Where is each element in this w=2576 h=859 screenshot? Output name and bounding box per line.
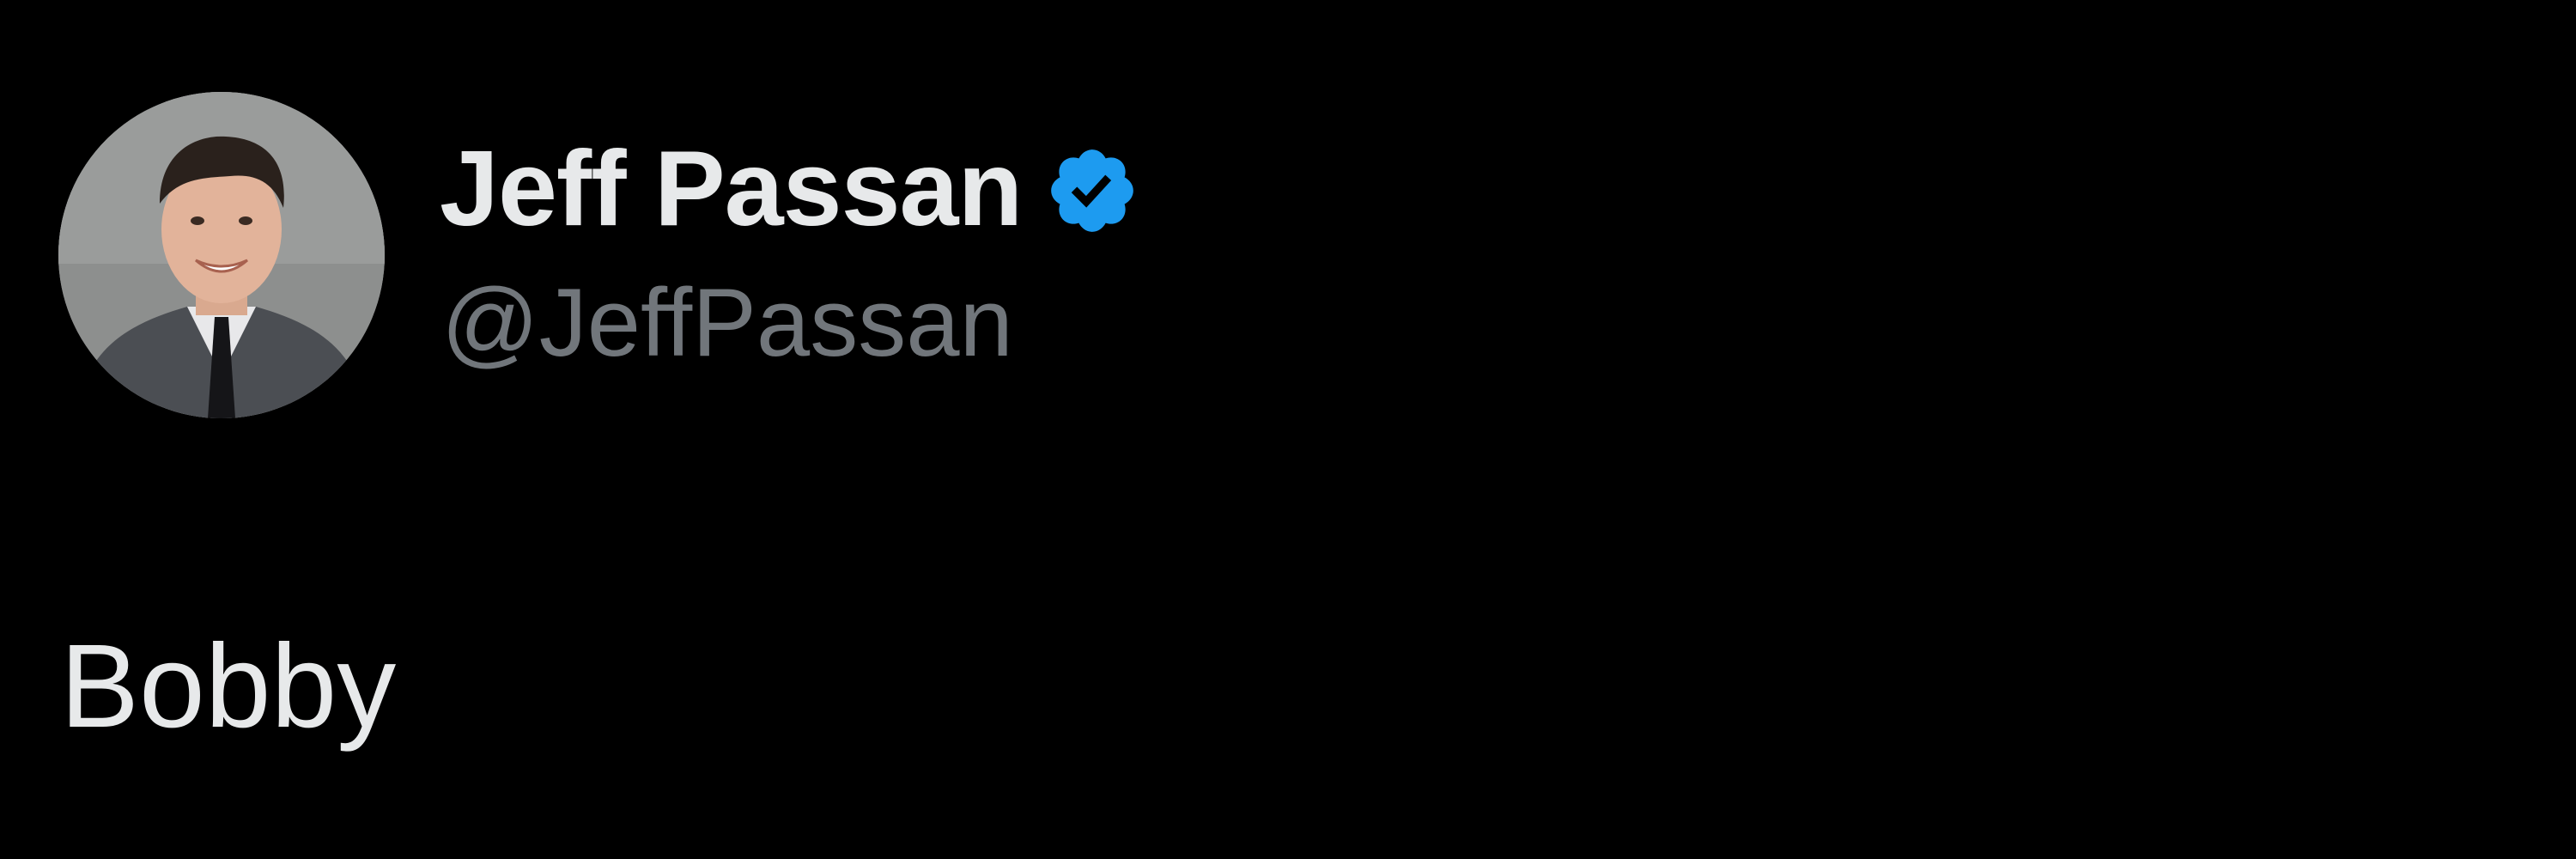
tweet-card: Jeff Passan @JeffPassan Bobby <box>0 0 2576 859</box>
profile-photo-icon <box>58 92 385 418</box>
verified-badge-icon[interactable] <box>1044 143 1140 239</box>
author-display-name[interactable]: Jeff Passan <box>440 136 1023 242</box>
author-handle[interactable]: @JeffPassan <box>441 275 1013 371</box>
tweet-text: Bobby <box>60 620 397 752</box>
avatar[interactable] <box>58 92 385 418</box>
author-name-row: Jeff Passan <box>440 129 1140 249</box>
